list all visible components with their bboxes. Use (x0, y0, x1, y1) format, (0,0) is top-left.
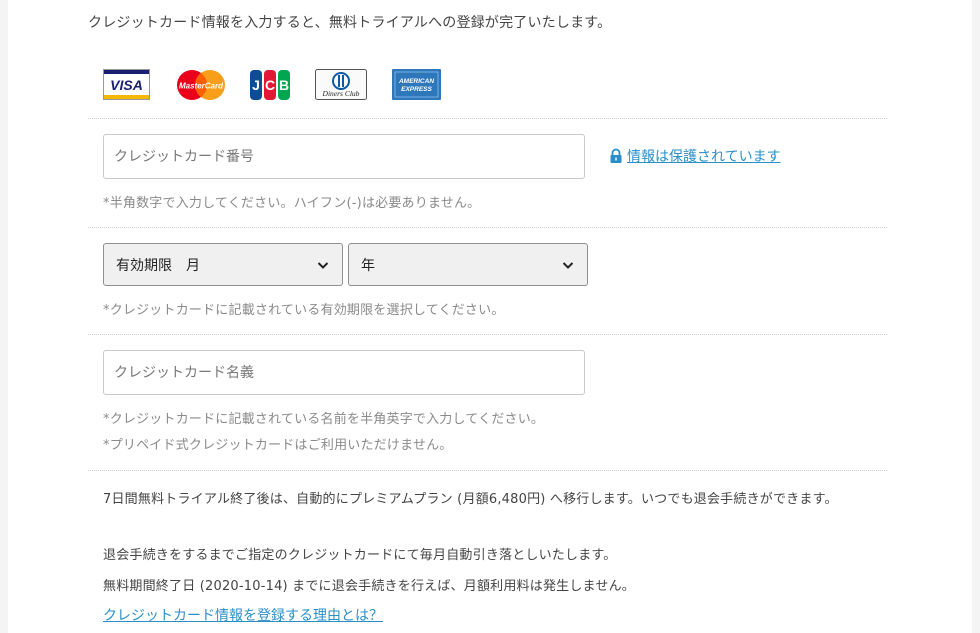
amex-logo: AMERICAN EXPRESS (392, 69, 441, 100)
svg-text:Diners Club: Diners Club (322, 89, 360, 98)
chevron-down-icon (562, 261, 574, 269)
card-holder-hint: *クレジットカードに記載されている名前を半角英字で入力してください。 (103, 412, 545, 427)
jcb-logo: J C B (250, 70, 290, 100)
expiry-hint: *クレジットカードに記載されている有効期限を選択してください。 (103, 303, 505, 318)
expiry-year-value: 年 (361, 257, 375, 274)
expiry-year-select[interactable]: 年 (348, 243, 588, 286)
divider (88, 334, 887, 335)
free-period-note: 無料期間終了日 (2020-10-14) までに退会手続きを行えば、月額利用料は… (103, 579, 635, 594)
svg-text:J: J (252, 77, 260, 93)
why-register-link[interactable]: クレジットカード情報を登録する理由とは？ (103, 605, 383, 625)
expiry-month-select[interactable]: 有効期限 月 (103, 243, 343, 286)
diners-club-logo: Diners Club (315, 69, 367, 100)
card-holder-input[interactable] (103, 350, 585, 395)
svg-text:VISA: VISA (110, 77, 143, 93)
svg-text:B: B (279, 77, 289, 93)
svg-text:C: C (265, 77, 275, 93)
trial-note: 7日間無料トライアル終了後は、自動的にプレミアムプラン (月額6,480円) へ… (103, 492, 838, 507)
divider (88, 470, 887, 471)
card-number-hint: *半角数字で入力してください。ハイフン(-)は必要ありません。 (103, 196, 481, 211)
expiry-month-value: 有効期限 月 (116, 257, 200, 274)
lock-icon (610, 148, 622, 163)
prepaid-card-hint: *プリペイド式クレジットカードはご利用いただけません。 (103, 438, 453, 453)
svg-text:MasterCard: MasterCard (179, 82, 224, 91)
chevron-down-icon (317, 261, 329, 269)
divider (88, 227, 887, 228)
secure-info-link[interactable]: 情報は保護されています (609, 146, 781, 166)
visa-logo: VISA (103, 69, 150, 100)
secure-info-text[interactable]: 情報は保護されています (627, 146, 781, 166)
intro-text: クレジットカード情報を入力すると、無料トライアルへの登録が完了いたします。 (88, 15, 612, 31)
divider (88, 118, 887, 119)
mastercard-logo: MasterCard (177, 70, 225, 100)
svg-text:AMERICAN: AMERICAN (398, 78, 434, 85)
billing-note: 退会手続きをするまでご指定のクレジットカードにて毎月自動引き落としいたします。 (103, 548, 617, 563)
payment-panel: クレジットカード情報を入力すると、無料トライアルへの登録が完了いたします。 VI… (8, 0, 972, 633)
card-number-input[interactable] (103, 134, 585, 179)
svg-text:EXPRESS: EXPRESS (401, 86, 432, 93)
